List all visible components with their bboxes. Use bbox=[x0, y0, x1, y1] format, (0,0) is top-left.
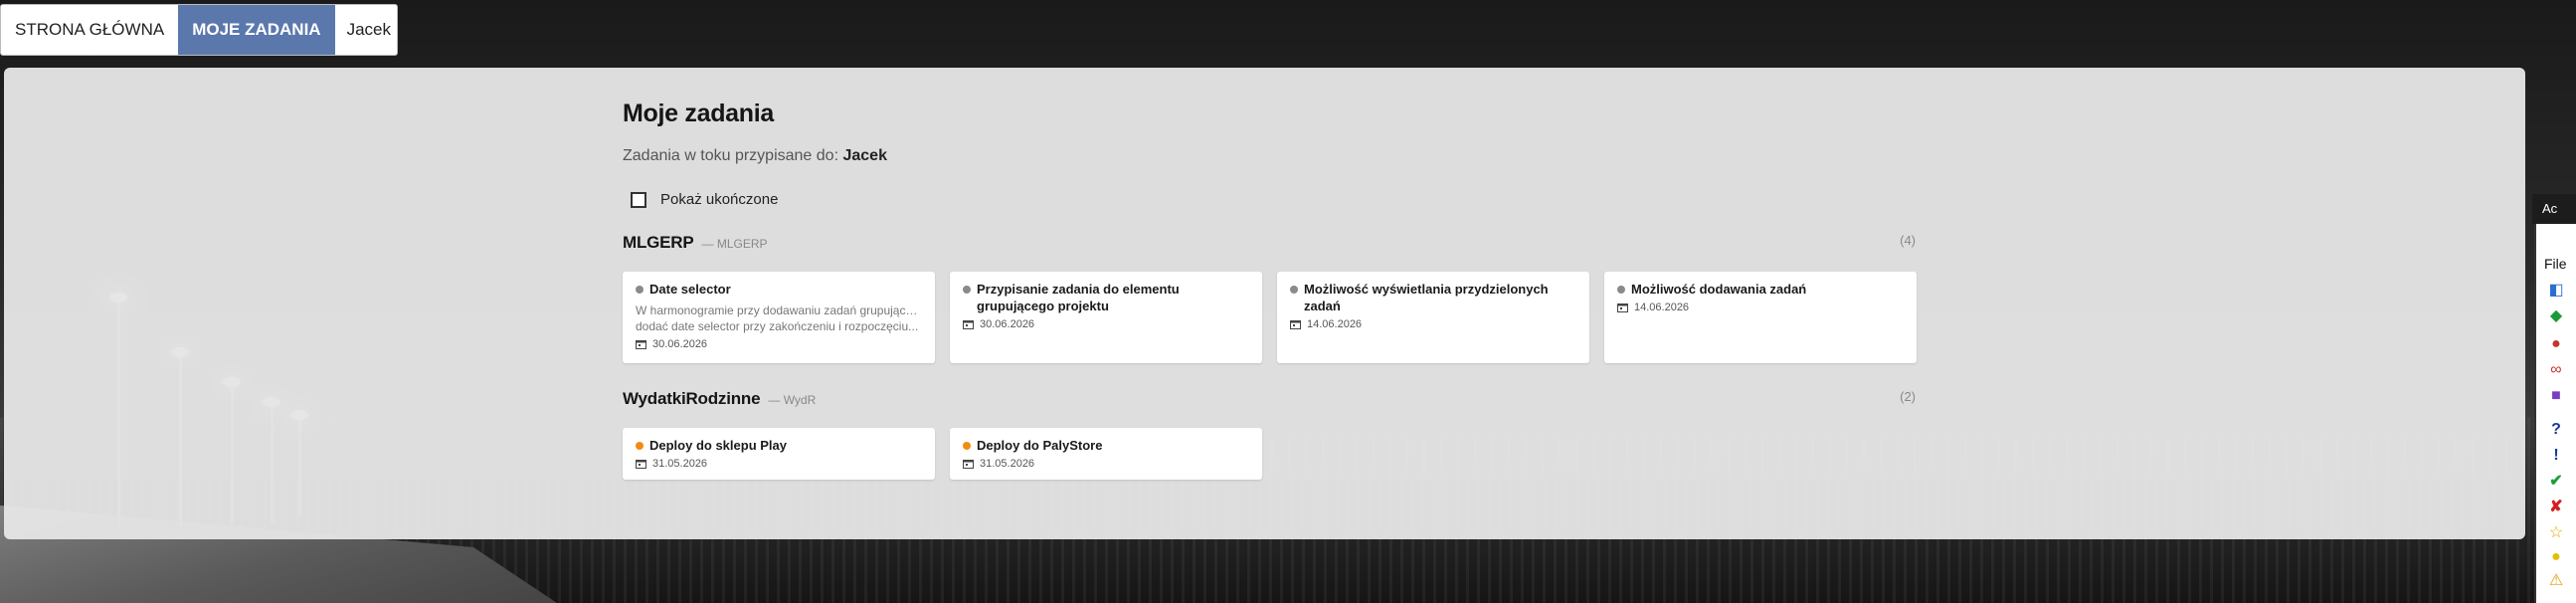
group-task-count: (2) bbox=[1900, 389, 1916, 404]
task-description-line: W harmonogramie przy dodawaniu zadań gru… bbox=[636, 303, 923, 317]
page-title: Moje zadania bbox=[623, 100, 774, 127]
group-header: WydatkiRodzinne — WydR (2) bbox=[623, 389, 1916, 413]
calendar-icon bbox=[1617, 303, 1628, 312]
warning-icon[interactable]: ⚠ bbox=[2546, 572, 2566, 590]
task-title: Deploy do sklepu Play bbox=[636, 437, 923, 454]
info-icon[interactable]: ! bbox=[2546, 447, 2566, 465]
link-icon[interactable]: ∞ bbox=[2546, 361, 2566, 379]
task-title: Możliwość dodawania zadań bbox=[1617, 281, 1905, 298]
task-title-text: Przypisanie zadania do elementu grupując… bbox=[977, 282, 1180, 313]
palette-icon[interactable]: ■ bbox=[2546, 387, 2566, 405]
help-icon[interactable]: ? bbox=[2546, 421, 2566, 439]
task-due-date: 14.06.2026 bbox=[1617, 302, 1905, 313]
subtitle-prefix: Zadania w toku przypisane do: bbox=[623, 147, 839, 164]
main-panel: Moje zadania Zadania w toku przypisane d… bbox=[4, 68, 2525, 539]
task-title: Przypisanie zadania do elementu grupując… bbox=[963, 281, 1250, 314]
task-description: W harmonogramie przy dodawaniu zadań gru… bbox=[636, 302, 923, 334]
task-card[interactable]: Możliwość dodawania zadań 14.06.2026 bbox=[1604, 272, 1917, 363]
status-dot-icon bbox=[963, 286, 971, 294]
calendar-icon bbox=[636, 460, 646, 469]
cross-icon[interactable]: ✘ bbox=[2546, 499, 2566, 516]
task-due-date: 31.05.2026 bbox=[963, 458, 1250, 470]
group-code: — MLGERP bbox=[701, 237, 768, 251]
record-icon[interactable]: ● bbox=[2546, 335, 2566, 353]
check-icon[interactable]: ✔ bbox=[2546, 473, 2566, 491]
globe-icon[interactable]: ◆ bbox=[2546, 307, 2566, 325]
status-dot-icon bbox=[1617, 286, 1625, 294]
status-dot-icon bbox=[963, 442, 971, 450]
status-dot-icon bbox=[636, 286, 644, 294]
task-due-date: 30.06.2026 bbox=[636, 338, 923, 350]
bulb-icon[interactable]: ● bbox=[2546, 548, 2566, 566]
status-dot-icon bbox=[1290, 286, 1298, 294]
nav-home[interactable]: STRONA GŁÓWNA bbox=[1, 5, 178, 55]
task-date-text: 30.06.2026 bbox=[652, 338, 708, 350]
show-completed-toggle[interactable]: Pokaż ukończone bbox=[631, 191, 778, 208]
task-title-text: Możliwość dodawania zadań bbox=[1631, 282, 1807, 297]
task-title-text: Możliwość wyświetlania przydzielonych za… bbox=[1304, 282, 1549, 313]
nav-user[interactable]: Jacek bbox=[335, 5, 405, 55]
group-name: WydatkiRodzinne bbox=[623, 389, 761, 408]
group-name: MLGERP bbox=[623, 233, 694, 252]
task-date-text: 31.05.2026 bbox=[652, 458, 708, 470]
show-completed-checkbox[interactable] bbox=[631, 191, 646, 208]
task-title: Deploy do PalyStore bbox=[963, 437, 1250, 454]
task-card[interactable]: Date selector W harmonogramie przy dodaw… bbox=[623, 272, 935, 363]
task-card[interactable]: Możliwość wyświetlania przydzielonych za… bbox=[1277, 272, 1589, 363]
task-due-date: 14.06.2026 bbox=[1290, 318, 1577, 330]
show-completed-label: Pokaż ukończone bbox=[660, 191, 779, 208]
task-cards-row: Deploy do sklepu Play 31.05.2026 Deploy … bbox=[623, 428, 1262, 480]
task-title: Możliwość wyświetlania przydzielonych za… bbox=[1290, 281, 1577, 314]
star-icon[interactable]: ☆ bbox=[2546, 524, 2566, 542]
task-title-text: Date selector bbox=[649, 282, 731, 297]
task-date-text: 14.06.2026 bbox=[1634, 302, 1690, 313]
task-card[interactable]: Deploy do sklepu Play 31.05.2026 bbox=[623, 428, 935, 480]
task-card[interactable]: Deploy do PalyStore 31.05.2026 bbox=[950, 428, 1262, 480]
assignee-name: Jacek bbox=[842, 147, 887, 164]
calendar-icon bbox=[636, 340, 646, 349]
status-dot-icon bbox=[636, 442, 644, 450]
task-date-text: 31.05.2026 bbox=[980, 458, 1035, 470]
task-cards-row: Date selector W harmonogramie przy dodaw… bbox=[623, 272, 1917, 363]
task-card[interactable]: Przypisanie zadania do elementu grupując… bbox=[950, 272, 1262, 363]
task-due-date: 31.05.2026 bbox=[636, 458, 923, 470]
nav-my-tasks[interactable]: MOJE ZADANIA bbox=[178, 5, 335, 55]
top-navigation: STRONA GŁÓWNA MOJE ZADANIA Jacek bbox=[0, 4, 398, 56]
task-description-line: dodać date selector przy zakończeniu i r… bbox=[636, 319, 919, 333]
group-header: MLGERP — MLGERP (4) bbox=[623, 233, 1916, 257]
page-subtitle: Zadania w toku przypisane do: Jacek bbox=[623, 147, 887, 165]
task-date-text: 30.06.2026 bbox=[980, 318, 1035, 330]
group-code: — WydR bbox=[768, 393, 817, 407]
send-icon[interactable]: ◧ bbox=[2546, 282, 2566, 300]
task-date-text: 14.06.2026 bbox=[1307, 318, 1363, 330]
side-app-header: Ac bbox=[2532, 194, 2576, 224]
calendar-icon bbox=[1290, 320, 1301, 329]
group-task-count: (4) bbox=[1900, 233, 1916, 248]
task-title-text: Deploy do PalyStore bbox=[977, 438, 1103, 453]
side-app-toolbar: Ac File ◧ ◆ ● ∞ ■ ? ! ✔ ✘ ☆ ● ⚠ bbox=[2532, 194, 2576, 603]
task-title-text: Deploy do sklepu Play bbox=[649, 438, 787, 453]
file-menu[interactable]: File bbox=[2544, 256, 2567, 272]
task-title: Date selector bbox=[636, 281, 923, 298]
calendar-icon bbox=[963, 320, 974, 329]
calendar-icon bbox=[963, 460, 974, 469]
task-due-date: 30.06.2026 bbox=[963, 318, 1250, 330]
